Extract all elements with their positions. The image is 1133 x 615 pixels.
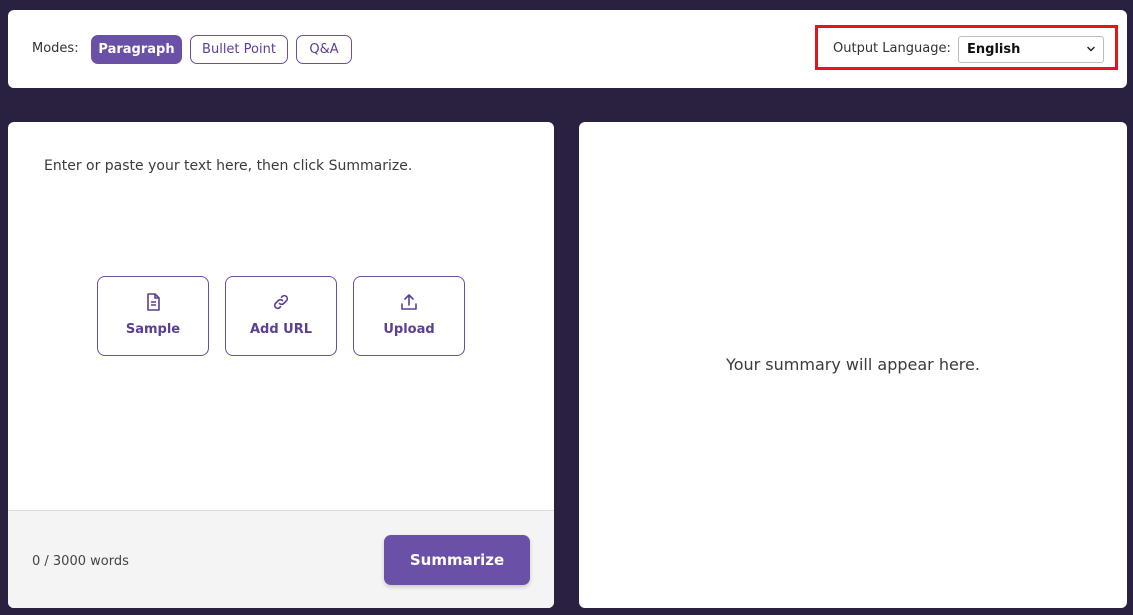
- mode-bullet-point-button[interactable]: Bullet Point: [190, 35, 288, 64]
- mode-qa-button[interactable]: Q&A: [296, 35, 352, 64]
- document-icon: [147, 293, 160, 311]
- add-url-button[interactable]: Add URL: [225, 276, 337, 356]
- output-language-value: English: [967, 42, 1021, 57]
- summary-placeholder: Your summary will appear here.: [726, 355, 980, 374]
- text-input[interactable]: Enter or paste your text here, then clic…: [44, 158, 412, 174]
- summarize-button[interactable]: Summarize: [384, 535, 530, 585]
- output-language-label: Output Language:: [833, 41, 951, 56]
- toolbar: Modes: Paragraph Bullet Point Q&A Output…: [8, 10, 1127, 88]
- sample-label: Sample: [125, 322, 181, 337]
- link-icon: [273, 294, 289, 310]
- output-panel: Your summary will appear here.: [579, 122, 1127, 608]
- sample-button[interactable]: Sample: [97, 276, 209, 356]
- input-footer: 0 / 3000 words Summarize: [8, 510, 554, 608]
- add-url-label: Add URL: [249, 322, 313, 337]
- upload-label: Upload: [383, 322, 435, 337]
- word-count: 0 / 3000 words: [32, 554, 129, 569]
- output-language-select[interactable]: English: [958, 36, 1104, 63]
- mode-paragraph-button[interactable]: Paragraph: [91, 35, 182, 64]
- upload-icon: [401, 294, 417, 310]
- input-panel: Enter or paste your text here, then clic…: [8, 122, 554, 608]
- modes-label: Modes:: [32, 41, 79, 56]
- chevron-down-icon: [1087, 46, 1095, 52]
- output-language-highlight: Output Language: English: [815, 25, 1118, 70]
- upload-button[interactable]: Upload: [353, 276, 465, 356]
